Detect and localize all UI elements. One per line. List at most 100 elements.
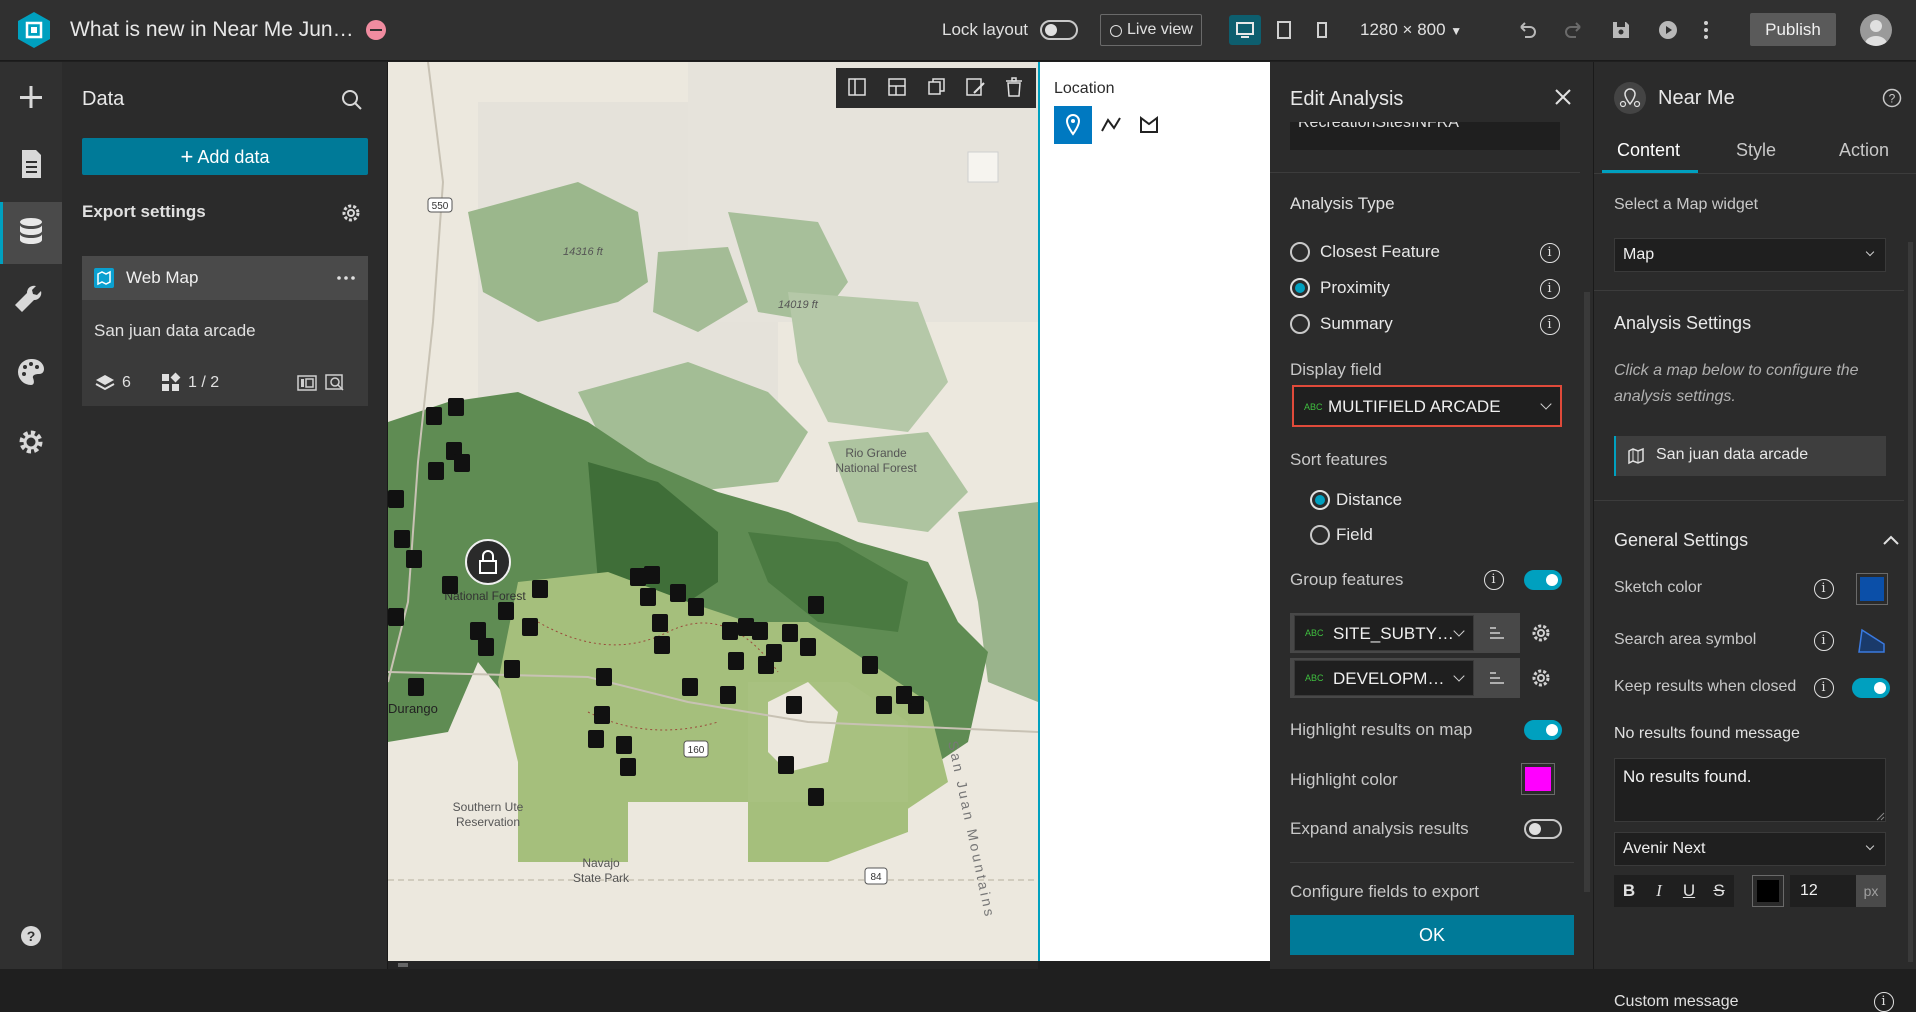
theme-button[interactable] xyxy=(0,342,62,404)
closest-feature-radio[interactable] xyxy=(1290,242,1310,262)
search-area-symbol-label: Search area symbol xyxy=(1614,631,1757,648)
live-view-button[interactable]: Live view xyxy=(1100,14,1202,46)
page-button[interactable] xyxy=(0,134,62,196)
widget-help-button[interactable]: ? xyxy=(1882,88,1902,108)
map-horizontal-scrollbar[interactable] xyxy=(388,961,1038,969)
text-color-picker[interactable] xyxy=(1752,875,1784,907)
strikethrough-button[interactable]: S xyxy=(1704,875,1734,907)
help-button[interactable]: ? xyxy=(0,906,62,968)
id-card-icon xyxy=(297,375,317,391)
keep-results-toggle[interactable] xyxy=(1852,678,1890,698)
group-field-settings-button[interactable] xyxy=(1530,667,1552,689)
desktop-device-button[interactable] xyxy=(1229,15,1261,45)
publish-button[interactable]: Publish xyxy=(1750,13,1836,46)
export-settings-button[interactable] xyxy=(340,202,362,224)
proximity-radio[interactable] xyxy=(1290,278,1310,298)
sort-order-button[interactable] xyxy=(1486,667,1508,689)
info-icon[interactable] xyxy=(1540,315,1560,335)
tab-content[interactable]: Content xyxy=(1617,140,1680,161)
search-area-symbol-button[interactable] xyxy=(1856,624,1888,656)
no-results-textarea[interactable]: No results found. xyxy=(1614,758,1886,822)
summary-radio[interactable] xyxy=(1290,314,1310,334)
info-icon[interactable] xyxy=(1540,243,1560,263)
add-data-button[interactable]: + Add data xyxy=(82,138,368,175)
layout-column-button[interactable] xyxy=(846,76,868,98)
save-button[interactable] xyxy=(1609,18,1633,42)
datasource-card[interactable]: Web Map San juan data arcade 6 1 / 2 xyxy=(82,256,368,406)
datasource-more-button[interactable] xyxy=(334,268,358,288)
sort-order-button[interactable] xyxy=(1486,622,1508,644)
tablet-device-button[interactable] xyxy=(1268,15,1300,45)
more-menu-button[interactable] xyxy=(1700,18,1712,42)
font-family-select[interactable]: Avenir Next xyxy=(1614,832,1886,866)
insert-widget-button[interactable] xyxy=(0,68,62,130)
display-field-select[interactable]: ABC MULTIFIELD ARCADE xyxy=(1292,385,1562,427)
highlight-results-toggle[interactable] xyxy=(1524,720,1562,740)
sort-field-radio[interactable] xyxy=(1310,525,1330,545)
group-field-select-2[interactable]: ABC DEVELOPM… xyxy=(1294,660,1474,696)
map-widget-select[interactable]: Map xyxy=(1614,238,1886,272)
point-location-button[interactable] xyxy=(1054,106,1092,144)
redo-button[interactable] xyxy=(1562,18,1586,42)
polyline-location-button[interactable] xyxy=(1092,106,1130,144)
map-widget[interactable]: 550 14316 ft 14019 ft Rio Grande Nationa… xyxy=(388,62,1038,961)
info-icon[interactable] xyxy=(1814,678,1834,698)
edit-panel-scrollbar[interactable] xyxy=(1584,292,1590,892)
underline-button[interactable]: U xyxy=(1674,875,1704,907)
edit-button[interactable] xyxy=(964,76,986,98)
phone-device-button[interactable] xyxy=(1306,15,1338,45)
info-icon[interactable] xyxy=(1814,579,1834,599)
near-me-widget-icon xyxy=(1614,82,1646,114)
undo-button[interactable] xyxy=(1515,18,1539,42)
search-data-button[interactable] xyxy=(340,88,364,112)
map-source-item[interactable]: San juan data arcade xyxy=(1614,436,1886,476)
data-button[interactable] xyxy=(0,202,62,264)
layers-count: 6 xyxy=(122,374,131,391)
settings-button[interactable] xyxy=(0,412,62,474)
map-label-navajo: Navajo xyxy=(582,856,620,870)
info-icon[interactable] xyxy=(1484,570,1504,590)
experience-builder-logo xyxy=(14,10,54,50)
map-label-highway-550: 550 xyxy=(432,201,449,212)
highlight-color-picker[interactable] xyxy=(1521,763,1555,795)
font-size-input[interactable]: 12 px xyxy=(1790,875,1886,907)
layout-row-button[interactable] xyxy=(886,76,908,98)
map-label-highway-84: 84 xyxy=(870,872,882,883)
sort-distance-radio[interactable] xyxy=(1310,490,1330,510)
bold-button[interactable]: B xyxy=(1614,875,1644,907)
delete-button[interactable] xyxy=(1003,76,1025,98)
datasource-card-header: Web Map xyxy=(82,256,368,300)
tab-style[interactable]: Style xyxy=(1736,140,1776,161)
italic-button[interactable]: I xyxy=(1644,875,1674,907)
group-field-settings-button[interactable] xyxy=(1530,622,1552,644)
sketch-color-picker[interactable] xyxy=(1856,573,1888,605)
tools-button[interactable] xyxy=(0,272,62,334)
info-icon[interactable] xyxy=(1874,992,1894,1012)
group-field-select-1[interactable]: ABC SITE_SUBTY… xyxy=(1294,615,1474,651)
configure-fields-label: Configure fields to export xyxy=(1290,882,1479,901)
group-features-toggle[interactable] xyxy=(1524,570,1562,590)
polygon-location-button[interactable] xyxy=(1130,106,1168,144)
ok-button[interactable]: OK xyxy=(1290,915,1574,955)
user-avatar[interactable] xyxy=(1860,14,1892,46)
preview-button[interactable] xyxy=(1656,18,1680,42)
close-button[interactable] xyxy=(1552,86,1574,108)
datasource-view-button[interactable] xyxy=(324,372,346,394)
info-icon[interactable] xyxy=(1814,631,1834,651)
expand-results-toggle[interactable] xyxy=(1524,819,1562,839)
layer-select[interactable]: RecreationSitesINFRA xyxy=(1290,122,1560,150)
settings-panel-scrollbar[interactable] xyxy=(1908,242,1913,962)
widget-toolbar xyxy=(836,68,1036,108)
app-title[interactable]: What is new in Near Me Jun… xyxy=(70,18,354,42)
datasource-id-button[interactable] xyxy=(296,372,318,394)
resize-handle-icon[interactable] xyxy=(1875,811,1885,821)
info-icon[interactable] xyxy=(1540,279,1560,299)
tab-action[interactable]: Action xyxy=(1839,140,1889,161)
location-label: Location xyxy=(1054,80,1115,97)
web-map-icon xyxy=(94,268,114,288)
lock-layout-toggle[interactable] xyxy=(1040,20,1078,40)
map-canvas[interactable]: 550 14316 ft 14019 ft Rio Grande Nationa… xyxy=(388,62,1038,961)
duplicate-button[interactable] xyxy=(926,76,948,98)
collapse-section-button[interactable] xyxy=(1882,534,1900,546)
resolution-dropdown[interactable]: 1280 × 800 ▼ xyxy=(1360,20,1462,40)
